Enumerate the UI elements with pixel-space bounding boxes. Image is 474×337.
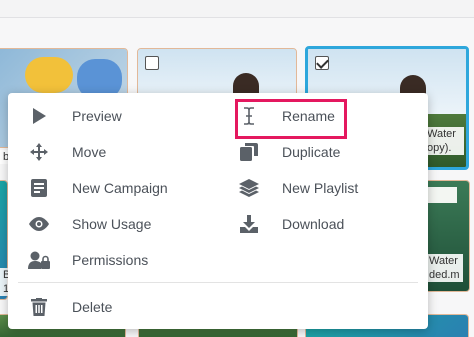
menu-item-label: New Campaign — [72, 180, 168, 196]
menu-item-label: Duplicate — [282, 144, 341, 160]
menu-item-permissions[interactable]: Permissions — [28, 245, 148, 275]
top-toolbar — [0, 0, 474, 18]
eye-icon — [28, 213, 50, 235]
menu-item-label: Show Usage — [72, 216, 152, 232]
menu-item-new-campaign[interactable]: New Campaign — [28, 173, 168, 203]
tile-caption: Water ded.m — [426, 254, 463, 282]
menu-item-label: Permissions — [72, 252, 149, 268]
trash-icon — [28, 296, 50, 318]
menu-item-move[interactable]: Move — [28, 137, 106, 167]
menu-item-new-playlist[interactable]: New Playlist — [238, 173, 358, 203]
layers-icon — [238, 177, 260, 199]
menu-item-preview[interactable]: Preview — [28, 101, 122, 131]
menu-item-label: Move — [72, 144, 107, 160]
menu-item-delete[interactable]: Delete — [28, 292, 112, 322]
campaign-document-icon — [28, 177, 50, 199]
menu-item-label: Download — [282, 216, 345, 232]
play-icon — [28, 105, 50, 127]
select-checkbox[interactable] — [145, 56, 159, 70]
context-menu: Preview Move New Campaign Show Usage Per… — [8, 93, 428, 329]
rename-highlight-box — [235, 99, 347, 139]
menu-item-label: Delete — [72, 299, 113, 315]
tile-caption: Water opy). — [424, 127, 464, 155]
menu-divider — [18, 282, 418, 283]
select-checkbox-checked[interactable] — [315, 56, 329, 70]
menu-item-download[interactable]: Download — [238, 209, 344, 239]
user-lock-icon — [28, 249, 50, 271]
menu-item-label: Preview — [72, 108, 122, 124]
menu-item-label: New Playlist — [282, 180, 359, 196]
menu-item-duplicate[interactable]: Duplicate — [238, 137, 340, 167]
move-arrows-icon — [28, 141, 50, 163]
duplicate-icon — [238, 141, 260, 163]
download-icon — [238, 213, 260, 235]
menu-item-show-usage[interactable]: Show Usage — [28, 209, 151, 239]
